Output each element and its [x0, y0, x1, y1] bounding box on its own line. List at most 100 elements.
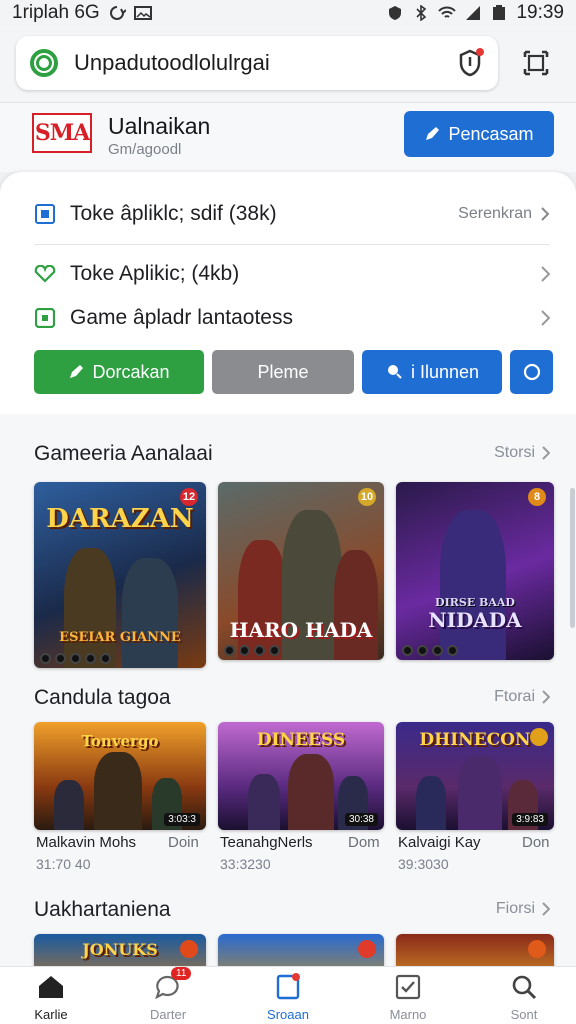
rating-badge	[358, 940, 376, 958]
game-date: 39:3030	[398, 856, 449, 872]
figure	[54, 780, 84, 830]
top-bar: Unpadutoodlolulrgai	[0, 26, 576, 102]
game-card[interactable]: DARAZAN ESEIAR GIANNE 12	[34, 482, 206, 668]
more-label: Fiorsi	[495, 900, 535, 917]
app-title: Ualnaikan	[108, 113, 211, 139]
more-button[interactable]	[510, 350, 553, 394]
search-query: Unpadutoodlolulrgai	[74, 50, 270, 75]
game-card[interactable]: DINEESS 30:38	[218, 722, 384, 830]
user-icon	[387, 365, 402, 379]
duration-tag: 3:9:83	[512, 813, 548, 826]
status-time: 19:39	[516, 2, 564, 23]
figure	[416, 776, 446, 830]
platform-icons	[40, 653, 111, 664]
diamond-chevron-icon	[541, 310, 550, 326]
app-logo: SMA	[32, 113, 92, 153]
bluetooth-icon	[416, 5, 427, 21]
section-title: Uakhartaniena	[34, 898, 171, 921]
nav-item-tasks[interactable]: Marno	[368, 973, 448, 1022]
game-card[interactable]: Tonvergo 3:03:3	[34, 722, 206, 830]
checkbox-icon	[393, 973, 423, 1001]
info-row-size[interactable]: Toke âpliklc; sdif (38k) Serenkran	[34, 186, 550, 242]
content-feed: Gameeria Aanalaai Storsi DARAZAN ESEIAR …	[0, 414, 576, 966]
notification-badge: 11	[171, 967, 192, 980]
section-title: Candula tagoa	[34, 686, 171, 709]
divider	[34, 244, 550, 245]
figure	[122, 558, 178, 668]
nav-label: Marno	[389, 1007, 427, 1022]
nav-label: Karlie	[34, 1007, 68, 1022]
game-name[interactable]: TeanahgNerls	[220, 834, 313, 851]
nav-item-messages[interactable]: 11 Darter	[128, 967, 208, 1022]
game-card[interactable]	[396, 934, 554, 966]
nav-item-search[interactable]: Sroaan	[248, 973, 328, 1022]
game-card[interactable]: DIRSE BAAD NIDADA 8	[396, 482, 554, 660]
home-icon	[36, 973, 66, 1001]
info-row-label: Game âpladr lantaotess	[70, 306, 293, 329]
primary-action-label: Pencasam	[448, 123, 534, 144]
figure	[440, 510, 506, 660]
figure	[64, 548, 116, 668]
section-more-link[interactable]: Storsi	[494, 444, 550, 462]
game-name[interactable]: Kalvaigi Kay	[398, 834, 481, 851]
primary-action-button[interactable]: Pencasam	[404, 111, 554, 157]
signal-icon	[466, 6, 481, 20]
share-button[interactable]: i Ilunnen	[362, 350, 502, 394]
pencil-icon	[426, 127, 440, 140]
scan-icon[interactable]	[518, 45, 554, 81]
figure	[94, 752, 142, 830]
game-art-title: HARO HADA	[229, 618, 373, 642]
heart-icon	[34, 263, 56, 285]
download-count: Doin	[168, 834, 199, 851]
platform-icons	[224, 645, 280, 656]
nav-label: Sroaan	[267, 1007, 309, 1022]
figure	[334, 550, 378, 660]
section-more-link[interactable]: Fiorsi	[496, 900, 550, 918]
nav-item-home[interactable]: Karlie	[11, 973, 91, 1022]
figure	[238, 540, 286, 660]
status-carrier: 1riplah 6G	[12, 2, 100, 23]
shield-icon	[389, 6, 402, 20]
rating-badge: 8	[528, 488, 546, 506]
figure	[288, 754, 334, 830]
chevron-right-icon	[542, 690, 550, 704]
app-header: SMA Ualnaikan Gm/agoodl Pencasam	[0, 102, 576, 172]
status-bar: 1riplah 6G 19:39	[0, 0, 576, 26]
game-art-subtitle: NIDADA	[428, 608, 522, 632]
game-card[interactable]: DHINECON 3:9:83	[396, 722, 554, 830]
search-icon	[509, 973, 539, 1001]
download-button[interactable]: Dorcakan	[34, 350, 204, 394]
duration-tag: 30:38	[344, 813, 378, 826]
square-icon	[34, 307, 56, 329]
nav-label: Darter	[149, 1007, 187, 1022]
download-count: Dom	[348, 834, 380, 851]
play-label: Pleme	[257, 361, 309, 382]
game-card[interactable]	[218, 934, 384, 966]
game-name[interactable]: Malkavin Mohs	[36, 834, 136, 851]
game-card[interactable]: JONUKS	[34, 934, 206, 966]
sync-icon	[109, 6, 126, 20]
rating-badge	[530, 728, 548, 746]
chevron-right-icon	[541, 207, 550, 221]
more-label: Storsi	[494, 444, 535, 461]
diamond-chevron-icon	[541, 266, 550, 282]
figure	[458, 756, 502, 830]
details-sheet: Toke âpliklc; sdif (38k) Serenkran Toke …	[0, 172, 576, 414]
game-card[interactable]: HARO HADA 10	[218, 482, 384, 660]
protect-icon[interactable]	[456, 48, 484, 78]
info-row-label: Toke âpliklc; sdif (38k)	[70, 202, 277, 225]
info-row-game[interactable]: Game âpladr lantaotess	[34, 290, 550, 346]
search-input[interactable]: Unpadutoodlolulrgai	[16, 36, 498, 90]
figure	[248, 774, 280, 830]
game-date: 31:70 40	[36, 856, 91, 872]
game-date: 33:3230	[220, 856, 271, 872]
section-more-link[interactable]: Ftorai	[494, 688, 550, 706]
image-icon	[133, 6, 152, 20]
rating-badge: 12	[180, 488, 198, 506]
scrollbar[interactable]	[570, 488, 575, 628]
share-label: i Ilunnen	[410, 361, 480, 382]
play-button[interactable]: Pleme	[212, 350, 354, 394]
nav-item-find[interactable]: Sont	[484, 973, 564, 1022]
app-subtitle: Gm/agoodl	[108, 141, 182, 158]
rating-badge: 10	[358, 488, 376, 506]
